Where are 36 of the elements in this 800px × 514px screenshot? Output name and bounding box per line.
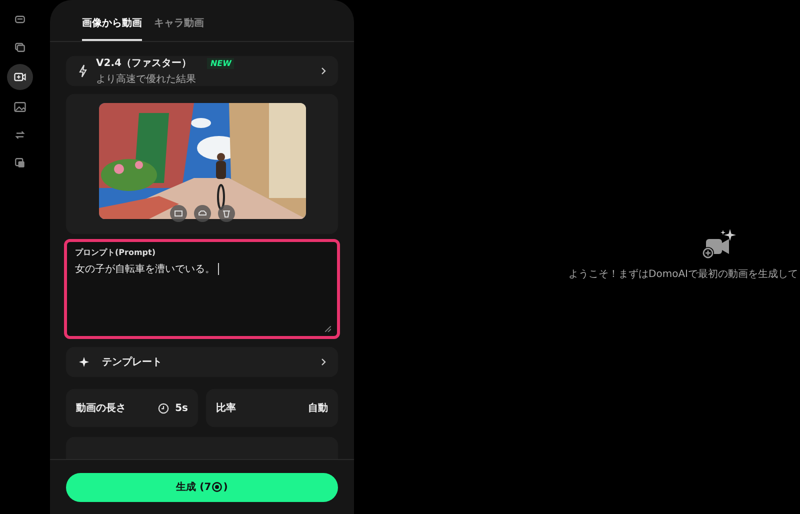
trash-icon xyxy=(222,209,230,218)
new-badge: NEW xyxy=(207,58,234,68)
model-selector[interactable]: V2.4（ファスター） NEW より高速で優れた結果 xyxy=(66,56,338,86)
prompt-label: プロンプト(Prompt) xyxy=(75,247,157,258)
model-name: V2.4（ファスター） xyxy=(96,57,192,70)
welcome-message: ようこそ！まずはDomoAIで最初の動画を生成して xyxy=(568,268,798,281)
chevron-icon xyxy=(321,67,326,75)
sparkle-icon xyxy=(78,356,90,368)
tab[interactable]: 画像から動画 xyxy=(82,14,142,41)
coin-icon xyxy=(212,482,222,492)
prompt-text: 女の子が自転車を漕いでいる。 xyxy=(75,262,215,276)
frame-icon xyxy=(174,209,182,218)
lightning-icon xyxy=(78,64,88,78)
generate-button[interactable]: 生成 (7 ) xyxy=(66,472,338,502)
setting-label: 動画の長さ xyxy=(76,402,126,415)
chevron-icon xyxy=(321,358,326,366)
setting-value: 5s xyxy=(175,402,188,414)
setting-selector[interactable]: 動画の長さ 5s xyxy=(66,389,198,427)
video-plus-icon xyxy=(13,70,27,84)
repeat-icon xyxy=(13,128,27,142)
setting-selector[interactable]: 比率 自動 xyxy=(206,389,338,427)
setting-value: 自動 xyxy=(308,402,328,415)
sidebar-button[interactable] xyxy=(7,64,33,90)
image-icon xyxy=(13,100,27,114)
resize-grip-icon xyxy=(325,326,331,332)
setting-label: 比率 xyxy=(216,401,236,415)
layers-icon xyxy=(13,156,27,170)
stacked-cards-icon xyxy=(13,40,27,54)
tab[interactable]: キャラ動画 xyxy=(154,14,204,41)
template-selector[interactable]: テンプレート xyxy=(66,347,338,377)
template-label: テンプレート xyxy=(102,355,163,369)
video-add-icon xyxy=(700,229,736,261)
model-description: より高速で優れた結果 xyxy=(96,72,197,86)
clock-icon xyxy=(158,402,170,414)
text-cursor xyxy=(218,263,219,275)
prompt-field[interactable]: プロンプト(Prompt) 女の子が自転車を漕いでいる。 xyxy=(64,239,340,339)
